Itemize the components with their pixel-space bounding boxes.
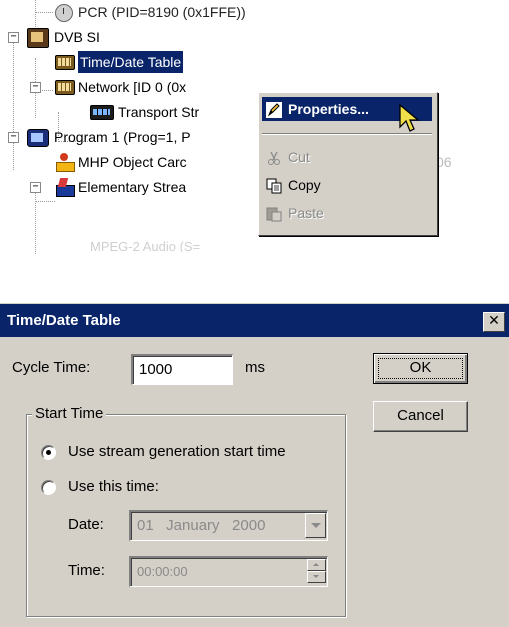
chevron-down-icon[interactable]: [305, 513, 326, 538]
menu-item-label: Copy: [288, 177, 321, 193]
tree-item-label: PCR (PID=8190 (0x1FFE)): [78, 4, 246, 20]
tree-item-mpeg-audio[interactable]: MPEG-2 Audio (S=: [0, 236, 258, 252]
date-picker[interactable]: 01 January 2000: [129, 510, 328, 541]
menu-item-copy[interactable]: Copy: [262, 173, 432, 197]
tree-item-label: MHP Object Carc: [78, 154, 187, 170]
collapse-icon[interactable]: −: [30, 182, 41, 193]
tree-item-label: DVB SI: [54, 29, 100, 45]
time-label: Time:: [68, 562, 105, 579]
time-stepper[interactable]: 00:00:00: [129, 556, 328, 587]
radio-button[interactable]: [41, 445, 56, 460]
menu-item-label: Cut: [288, 149, 310, 165]
table-icon: [55, 55, 75, 70]
cycle-time-unit: ms: [245, 359, 265, 376]
menu-item-label: Paste: [288, 205, 324, 221]
menu-item-cut[interactable]: Cut: [262, 145, 432, 169]
mhp-icon: [55, 153, 75, 172]
collapse-icon[interactable]: −: [8, 32, 19, 43]
dvb-si-icon: [27, 28, 49, 48]
tree-item-label: Time/Date Table: [78, 51, 184, 73]
time-date-table-dialog: Time/Date Table ✕ Cycle Time: 1000 ms OK…: [0, 303, 509, 627]
cancel-button[interactable]: Cancel: [373, 401, 468, 432]
tree-item-elementary-streams[interactable]: − Elementary Strea: [0, 176, 258, 198]
clock-icon: [55, 4, 73, 22]
program-icon: [27, 129, 49, 147]
radio-use-this-time[interactable]: Use this time:: [40, 477, 240, 499]
tree-item-program-1[interactable]: − Program 1 (Prog=1, P: [0, 126, 258, 148]
close-button[interactable]: ✕: [483, 312, 505, 332]
radio-stream-label: Use stream generation start time: [68, 443, 286, 460]
pencil-icon: [266, 101, 282, 118]
copy-icon: [266, 177, 282, 194]
elementary-stream-icon: [55, 178, 75, 197]
tree-item-label: MPEG-2 Audio (S=: [90, 239, 201, 252]
date-label: Date:: [68, 516, 104, 533]
radio-button[interactable]: [41, 480, 56, 495]
tree-item-label: Transport Str: [118, 104, 200, 120]
menu-item-paste[interactable]: Paste: [262, 201, 432, 225]
spin-up-icon[interactable]: [307, 559, 326, 571]
tree-item-pcr[interactable]: PCR (PID=8190 (0x1FFE)): [0, 1, 330, 23]
tree-item-dvb-si[interactable]: − DVB SI: [0, 26, 200, 48]
tree-item-label: Elementary Strea: [78, 179, 187, 195]
collapse-icon[interactable]: −: [30, 82, 41, 93]
collapse-icon[interactable]: −: [8, 132, 19, 143]
focus-rectangle: [378, 358, 463, 379]
cycle-time-value: 1000: [139, 361, 173, 378]
radio-this-time-label: Use this time:: [68, 478, 159, 495]
cycle-time-input[interactable]: 1000: [131, 354, 233, 385]
dialog-title: Time/Date Table: [7, 312, 121, 329]
tree-item-label: Network [ID 0 (0x: [78, 79, 187, 95]
tree-item-network[interactable]: − Network [ID 0 (0x: [0, 76, 258, 98]
scissors-icon: [266, 149, 282, 165]
start-time-group-title: Start Time: [32, 404, 107, 424]
dialog-title-bar[interactable]: Time/Date Table ✕: [0, 304, 509, 337]
spinner-icon[interactable]: [307, 559, 326, 583]
menu-item-label: Properties...: [288, 101, 369, 117]
tree-item-time-date-table[interactable]: Time/Date Table: [0, 51, 270, 73]
film-icon: [90, 105, 114, 120]
cycle-time-label: Cycle Time:: [12, 359, 91, 376]
tree-item-mhp-object-carousel[interactable]: MHP Object Carc: [0, 151, 258, 173]
paste-icon: [266, 205, 282, 222]
spin-down-icon[interactable]: [307, 571, 326, 583]
cancel-label: Cancel: [397, 407, 444, 424]
date-value: 01 January 2000: [137, 517, 266, 534]
ok-button[interactable]: OK: [373, 353, 468, 384]
radio-stream-start-time[interactable]: Use stream generation start time: [40, 442, 340, 464]
table-icon: [55, 80, 75, 95]
tree-guide-line: [35, 201, 55, 202]
stream-tree-view: PCR (PID=8190 (0x1FFE)) − DVB SI Time/Da…: [0, 0, 509, 262]
tree-item-transport-stream[interactable]: Transport Str: [0, 101, 258, 123]
mouse-pointer-icon: [398, 103, 424, 136]
tree-item-label: Program 1 (Prog=1, P: [54, 129, 191, 145]
time-value: 00:00:00: [137, 564, 188, 579]
tree-partial-text: 06: [436, 154, 452, 170]
